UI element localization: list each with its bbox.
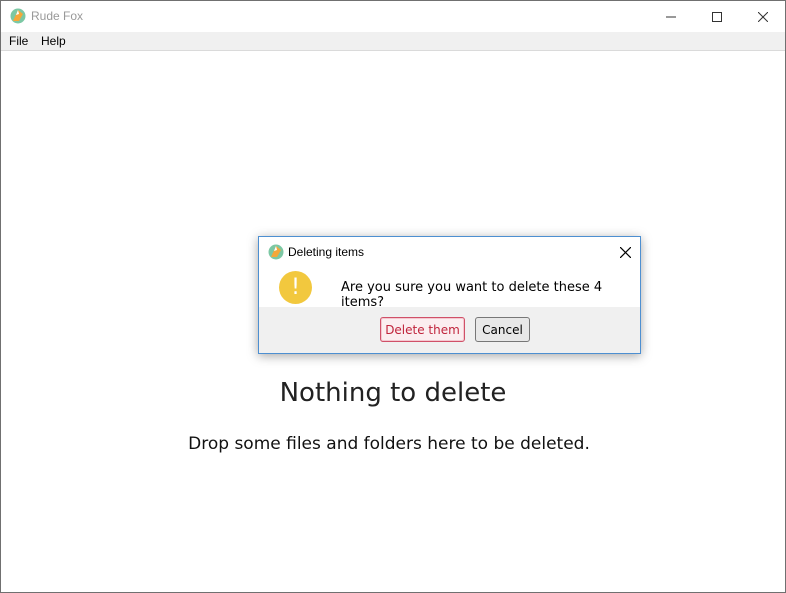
cancel-button[interactable]: Cancel	[475, 317, 530, 342]
close-icon	[619, 246, 631, 258]
menu-bar: File Help	[1, 32, 785, 51]
maximize-button[interactable]	[694, 1, 740, 32]
confirm-delete-dialog: Deleting items ! Are you sure you want t…	[258, 236, 641, 354]
dialog-message: Are you sure you want to delete these 4 …	[341, 280, 603, 310]
minimize-icon	[666, 16, 676, 17]
dialog-title-bar[interactable]: Deleting items	[259, 237, 640, 266]
empty-state-title: Nothing to delete	[279, 378, 507, 408]
warning-icon: !	[279, 271, 312, 304]
dialog-close-button[interactable]	[611, 239, 639, 265]
menu-help[interactable]: Help	[41, 34, 66, 48]
title-bar[interactable]: Rude Fox	[1, 1, 785, 32]
maximize-icon	[712, 11, 722, 22]
close-button[interactable]	[740, 1, 786, 32]
delete-them-button[interactable]: Delete them	[380, 317, 465, 342]
menu-file[interactable]: File	[9, 34, 28, 48]
dialog-body: ! Are you sure you want to delete these …	[259, 266, 640, 310]
close-icon	[758, 11, 768, 22]
minimize-button[interactable]	[648, 1, 694, 32]
dialog-title: Deleting items	[288, 245, 365, 259]
dialog-footer: Delete them Cancel	[259, 307, 640, 353]
empty-state-subtitle: Drop some files and folders here to be d…	[188, 434, 590, 454]
app-logo-icon	[268, 244, 284, 260]
window-title: Rude Fox	[31, 9, 84, 23]
app-logo-icon	[10, 8, 26, 24]
app-window: Rude Fox File Help Nothing to delete Dro…	[0, 0, 786, 593]
